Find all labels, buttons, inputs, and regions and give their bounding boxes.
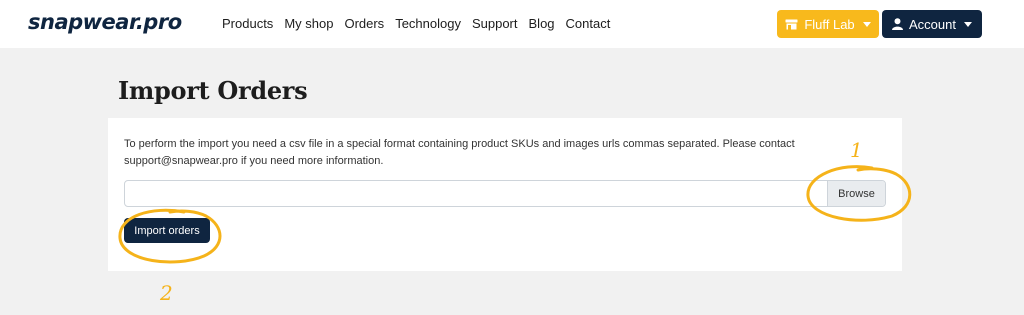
user-icon — [892, 18, 903, 30]
logo[interactable]: snapwear.pro — [28, 10, 182, 34]
page-title: Import Orders — [118, 76, 308, 105]
csv-file-input[interactable]: Browse — [124, 180, 886, 207]
shop-label: Fluff Lab — [804, 16, 855, 32]
account-dropdown-button[interactable]: Account — [882, 10, 982, 38]
page: snapwear.pro Products My shop Orders Tec… — [0, 0, 1024, 315]
main-nav: Products My shop Orders Technology Suppo… — [222, 16, 621, 31]
nav-blog[interactable]: Blog — [529, 16, 555, 31]
shop-dropdown-button[interactable]: Fluff Lab — [777, 10, 879, 38]
import-instructions: To perform the import you need a csv fil… — [124, 138, 795, 167]
nav-technology[interactable]: Technology — [395, 16, 461, 31]
nav-orders[interactable]: Orders — [344, 16, 384, 31]
nav-support[interactable]: Support — [472, 16, 518, 31]
store-icon — [785, 19, 798, 30]
annotation-number-2: 2 — [159, 281, 173, 305]
browse-button[interactable]: Browse — [827, 181, 885, 206]
import-orders-button[interactable]: Import orders — [124, 218, 210, 243]
nav-products[interactable]: Products — [222, 16, 273, 31]
caret-down-icon — [963, 21, 972, 27]
top-navbar: snapwear.pro Products My shop Orders Tec… — [0, 0, 1024, 48]
nav-contact[interactable]: Contact — [566, 16, 611, 31]
import-card: To perform the import you need a csv fil… — [108, 118, 902, 271]
account-label: Account — [909, 16, 956, 32]
caret-down-icon — [862, 21, 871, 27]
nav-my-shop[interactable]: My shop — [284, 16, 333, 31]
